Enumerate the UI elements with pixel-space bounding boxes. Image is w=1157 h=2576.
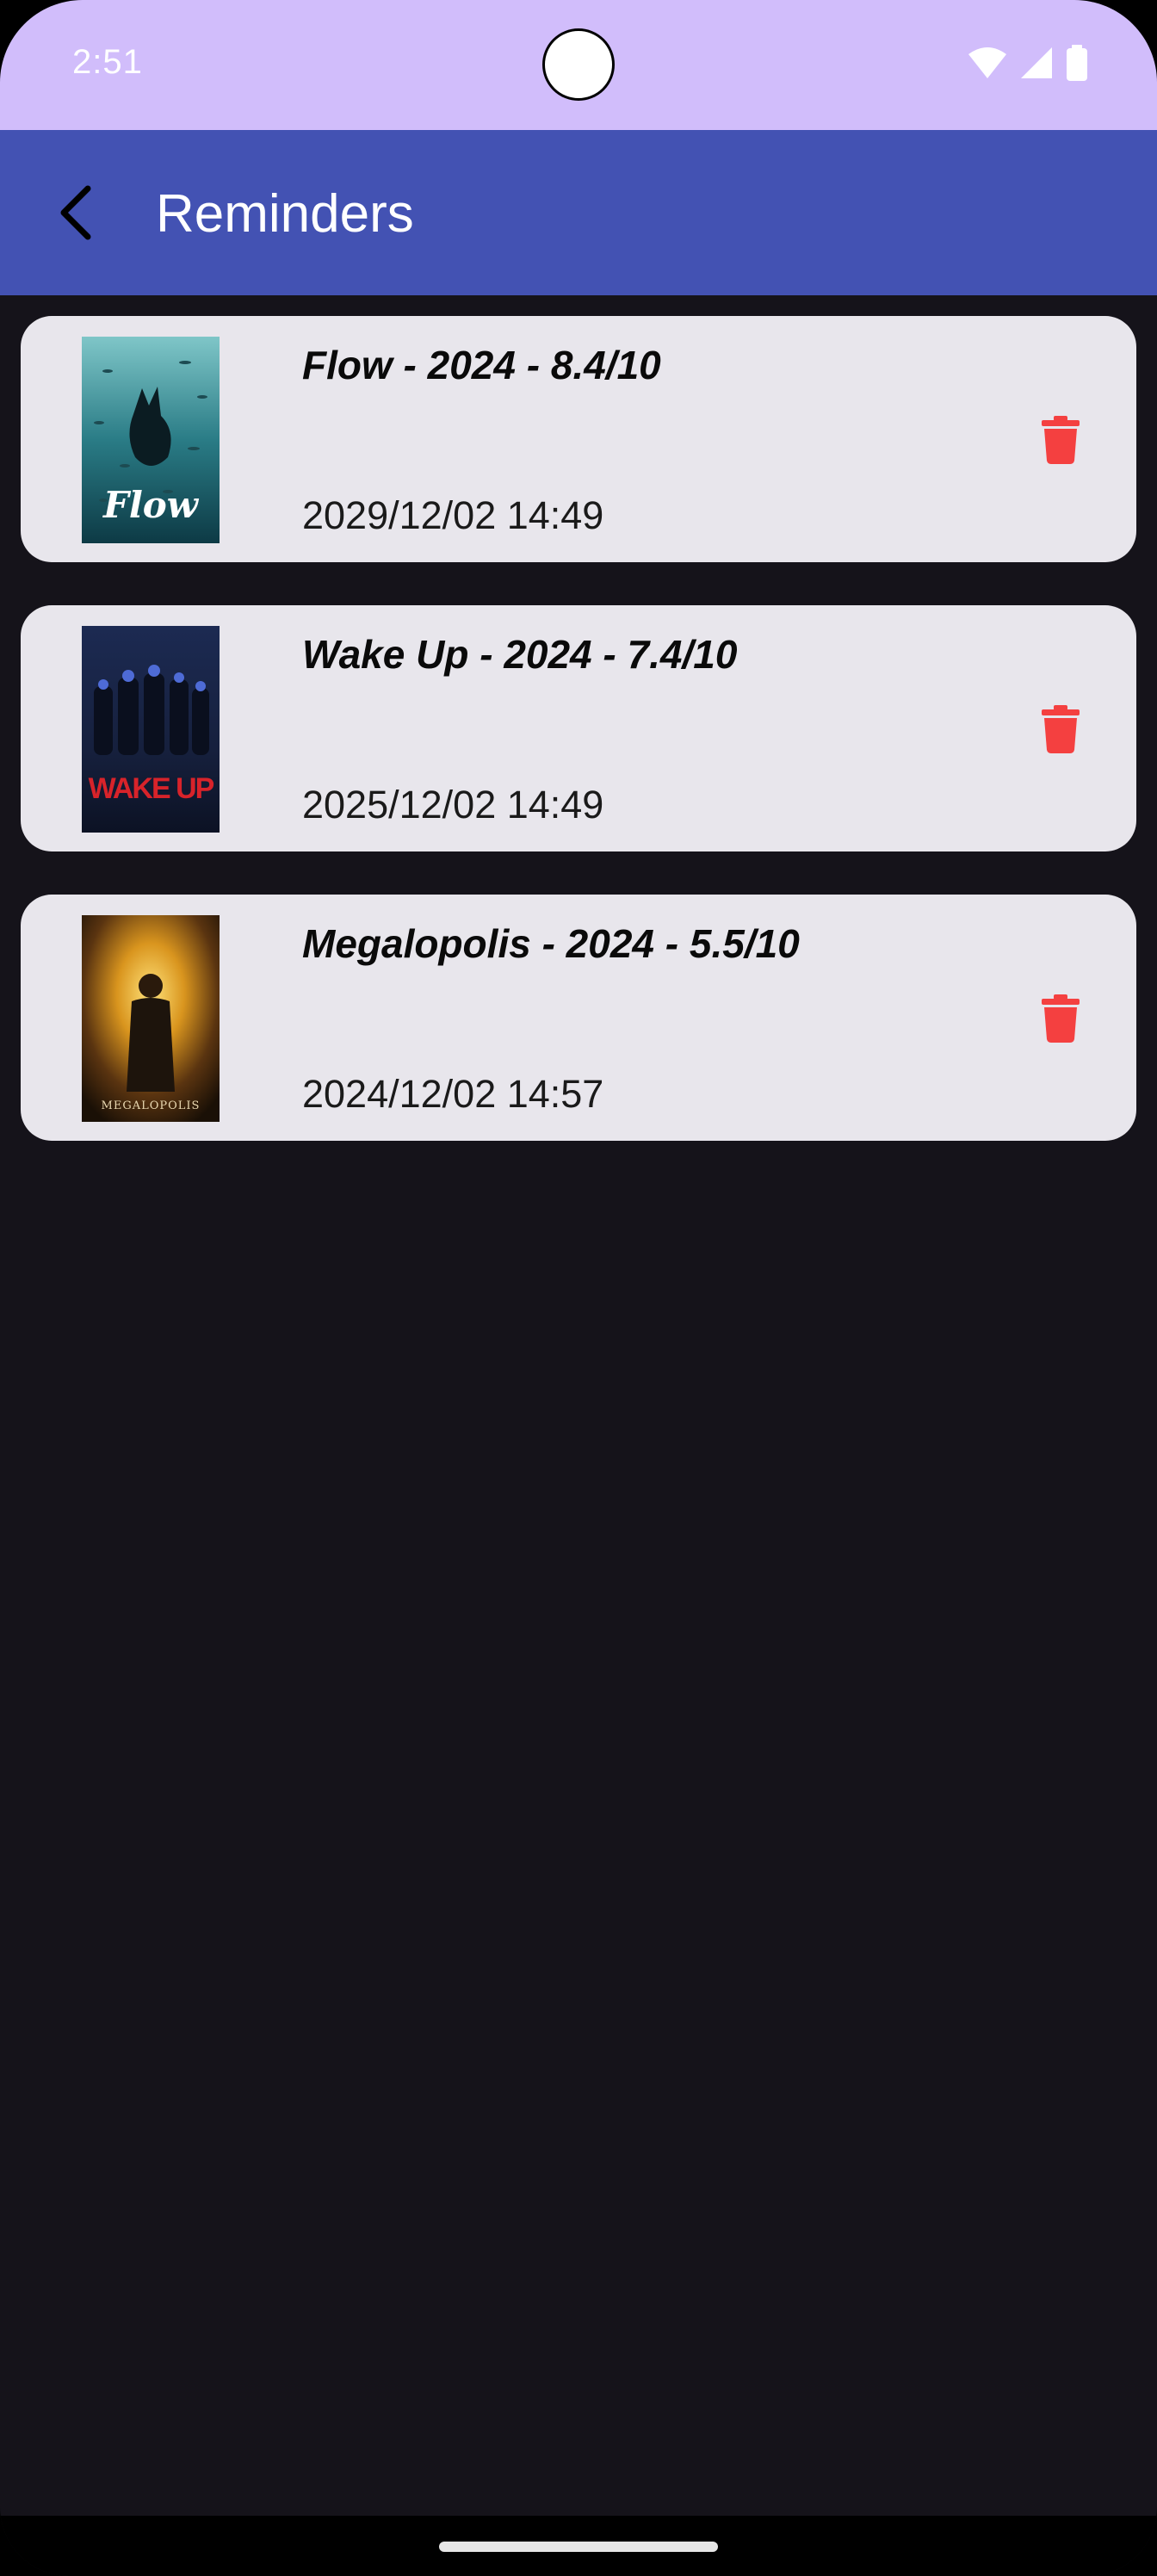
reminder-title: Megalopolis - 2024 - 5.5/10 [302, 921, 800, 966]
arrow-back-icon [60, 185, 91, 240]
camera-cutout [542, 28, 615, 101]
reminder-date: 2024/12/02 14:57 [302, 1072, 604, 1116]
battery-icon [1067, 45, 1087, 81]
reminder-card[interactable]: MEGALOPOLIS Megalopolis - 2024 - 5.5/10 … [21, 895, 1136, 1141]
delete-button[interactable] [1030, 409, 1092, 471]
delete-button[interactable] [1030, 988, 1092, 1050]
status-icons [968, 45, 1088, 81]
poster-title: Flow [102, 484, 200, 526]
reminder-date: 2029/12/02 14:49 [302, 493, 604, 537]
status-time: 2:51 [72, 43, 143, 81]
phone-screen: 2:51 Reminders Flow Flow - 2024 - 8.4/10… [0, 0, 1157, 2576]
poster-title: WAKE UP [89, 772, 214, 805]
app-bar: Reminders [0, 130, 1157, 295]
reminder-title: Wake Up - 2024 - 7.4/10 [302, 632, 738, 677]
movie-poster: Flow [82, 337, 220, 543]
trash-icon [1042, 705, 1080, 753]
delete-button[interactable] [1030, 698, 1092, 760]
reminder-date: 2025/12/02 14:49 [302, 783, 604, 827]
wifi-icon [968, 47, 1006, 78]
trash-icon [1042, 994, 1080, 1043]
reminder-card[interactable]: WAKE UP Wake Up - 2024 - 7.4/10 2025/12/… [21, 605, 1136, 851]
signal-icon [1021, 47, 1052, 78]
back-button[interactable] [41, 178, 110, 247]
movie-poster: WAKE UP [82, 626, 220, 833]
page-title: Reminders [156, 184, 414, 244]
poster-title: MEGALOPOLIS [102, 1099, 201, 1112]
reminder-list: Flow Flow - 2024 - 8.4/10 2029/12/02 14:… [21, 316, 1136, 1184]
reminder-card[interactable]: Flow Flow - 2024 - 8.4/10 2029/12/02 14:… [21, 316, 1136, 562]
status-bar: 2:51 [0, 0, 1157, 130]
home-indicator[interactable] [439, 2542, 718, 2552]
reminder-title: Flow - 2024 - 8.4/10 [302, 343, 661, 387]
movie-poster: MEGALOPOLIS [82, 915, 220, 1122]
trash-icon [1042, 416, 1080, 464]
